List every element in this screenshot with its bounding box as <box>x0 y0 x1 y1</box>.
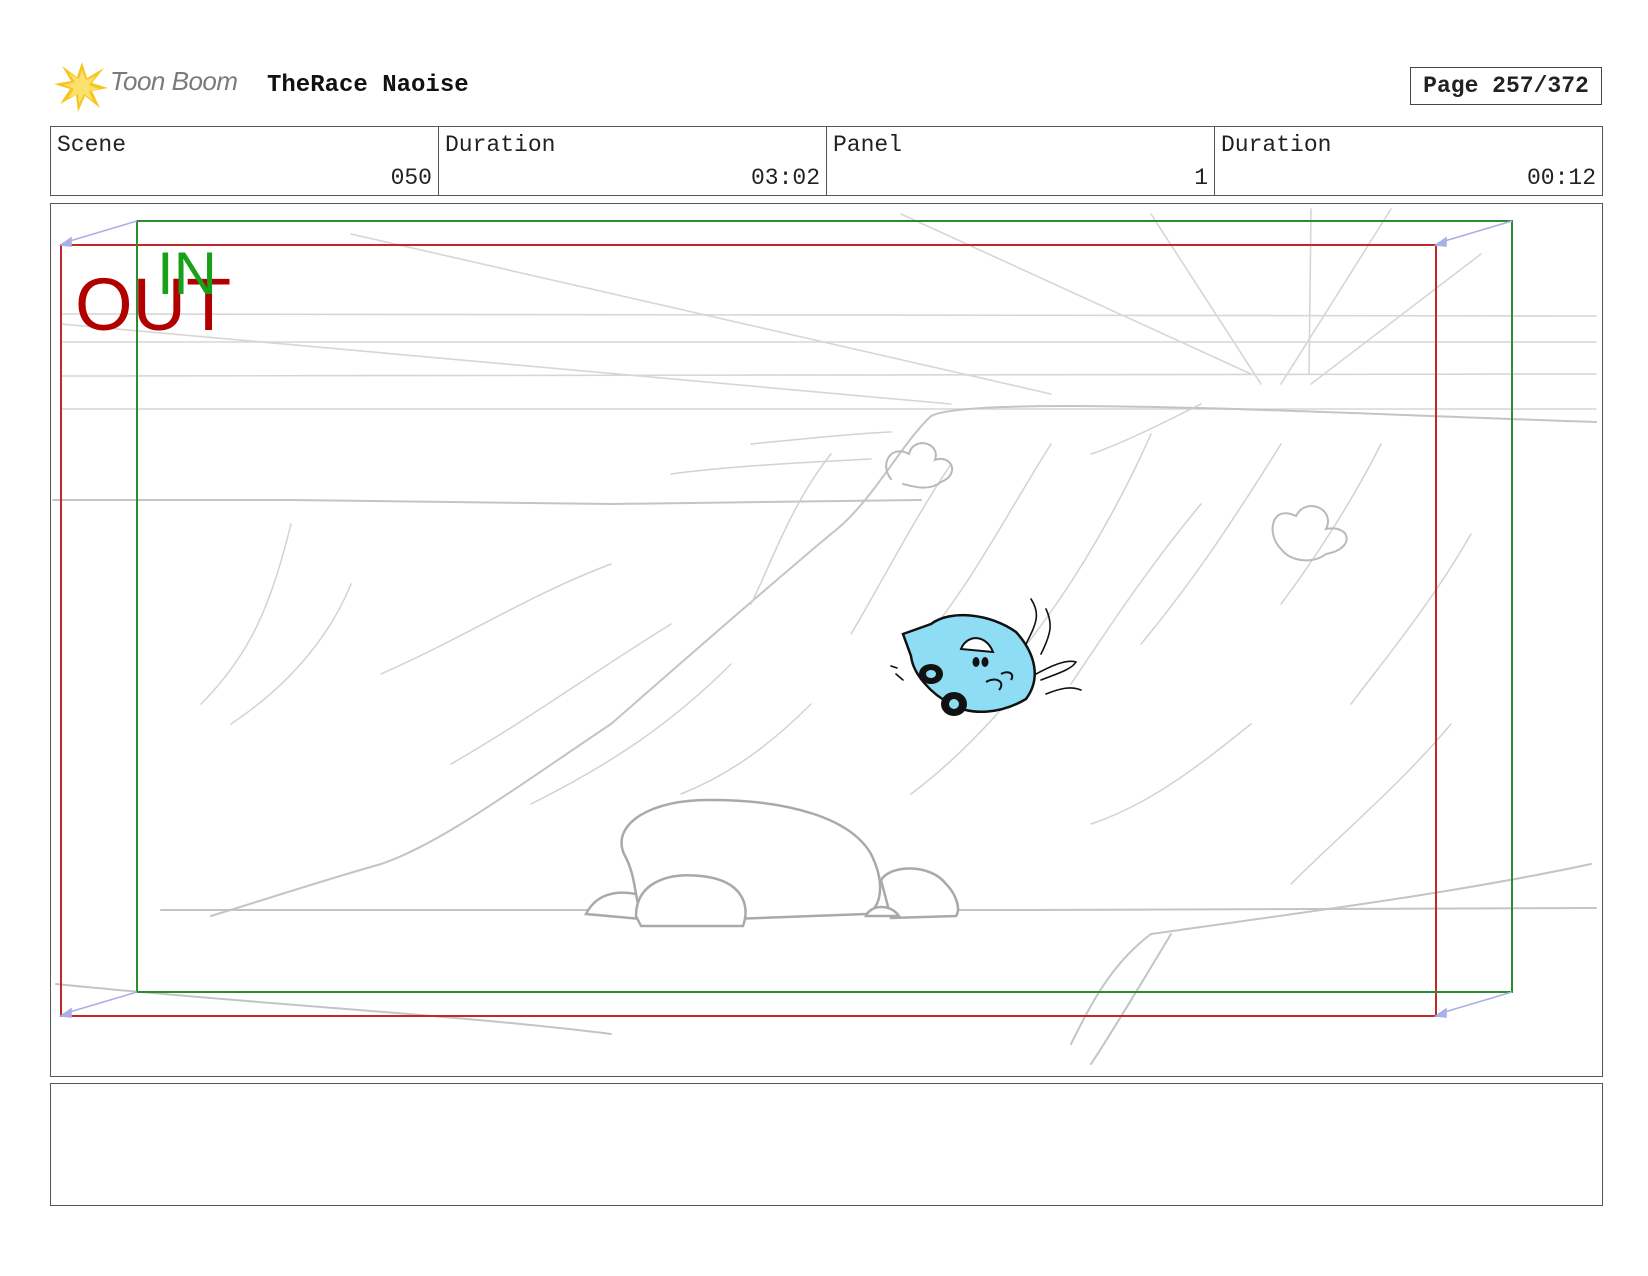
page-number: Page 257/372 <box>1410 67 1602 105</box>
panel-info-table: Scene 050 Duration 03:02 Panel 1 Duratio… <box>50 126 1603 196</box>
panel-cell: Panel 1 <box>827 127 1215 195</box>
storyboard-panel: OUT IN <box>50 203 1603 1077</box>
car-character-drawing <box>890 598 1082 716</box>
scene-duration-label: Duration <box>445 132 556 158</box>
panel-value: 1 <box>1194 165 1208 191</box>
scene-label: Scene <box>57 132 127 158</box>
project-title: TheRace Naoise <box>267 72 469 99</box>
panel-label: Panel <box>833 132 903 158</box>
panel-duration-cell: Duration 00:12 <box>1215 127 1602 195</box>
panel-drawing <box>52 208 1597 1065</box>
scene-duration-cell: Duration 03:02 <box>439 127 827 195</box>
starburst-icon <box>54 62 108 112</box>
scene-duration-value: 03:02 <box>750 165 820 191</box>
scene-value: 050 <box>390 165 432 191</box>
scene-cell: Scene 050 <box>51 127 439 195</box>
panel-duration-value: 00:12 <box>1526 165 1596 191</box>
panel-duration-label: Duration <box>1221 132 1332 158</box>
panel-notes-box <box>50 1083 1603 1206</box>
in-label: IN <box>157 240 217 307</box>
logo-text: Toon Boom <box>110 66 238 96</box>
toon-boom-logo: Toon Boom <box>52 58 252 114</box>
